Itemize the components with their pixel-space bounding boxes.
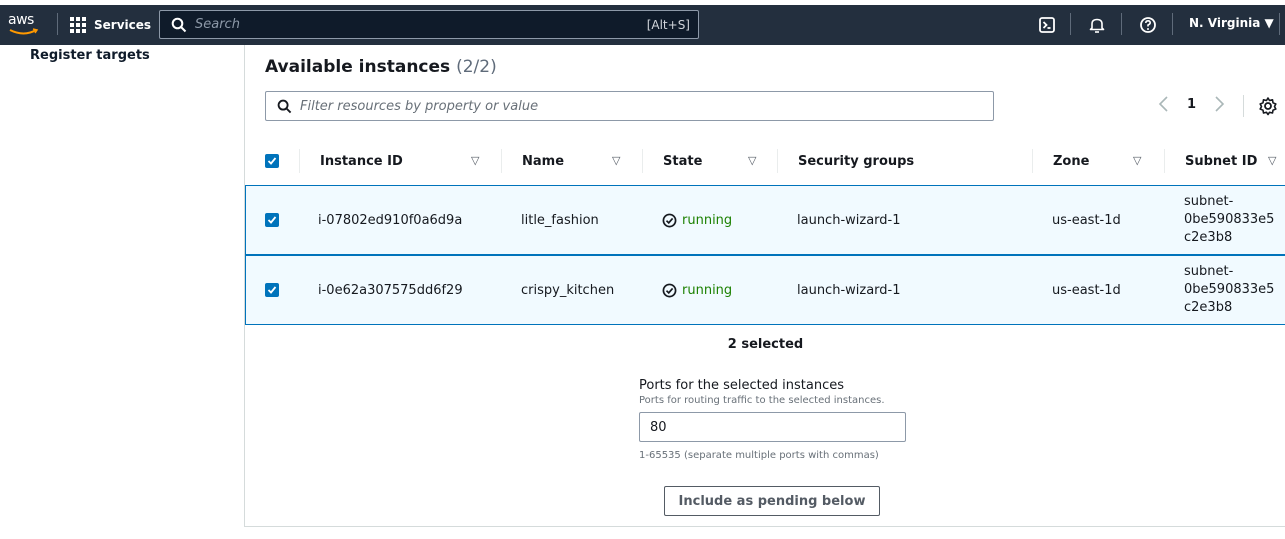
global-search-input[interactable]: Search [Alt+S] xyxy=(159,10,699,39)
notifications-bell-icon[interactable] xyxy=(1086,14,1108,36)
table-row[interactable]: i-0e62a307575dd6f29 crispy_kitchen runni… xyxy=(245,255,1285,325)
column-divider xyxy=(777,149,778,173)
nav-divider xyxy=(57,13,58,35)
search-icon xyxy=(277,99,292,113)
column-divider xyxy=(642,149,643,173)
region-selector[interactable]: N. Virginia ▼ xyxy=(1189,16,1274,30)
state-label: running xyxy=(682,282,733,298)
available-instances-panel: Available instances (2/2) Filter resourc… xyxy=(244,45,1285,527)
table-preferences-gear-icon[interactable] xyxy=(1258,96,1278,120)
subnet-line: c2e3b8 xyxy=(1184,300,1233,315)
current-page-number[interactable]: 1 xyxy=(1187,97,1196,112)
register-targets-heading: Register targets xyxy=(30,48,150,63)
pagination: 1 xyxy=(1157,95,1226,113)
aws-smile-icon xyxy=(9,28,39,35)
ports-form: Ports for the selected instances Ports f… xyxy=(639,378,909,461)
subnet-line: 0be590833e5 xyxy=(1184,282,1275,297)
state-label: running xyxy=(682,212,733,228)
sort-icon[interactable]: ▽ xyxy=(748,154,756,167)
state-cell: running xyxy=(662,186,732,254)
subnet-line: subnet- xyxy=(1184,194,1234,209)
nav-divider xyxy=(1070,13,1071,35)
checkbox-checked-icon xyxy=(265,213,279,227)
table-row[interactable]: i-07802ed910f0a6d9a litle_fashion runnin… xyxy=(245,185,1285,255)
panel-title-count: (2/2) xyxy=(456,57,497,77)
column-header-security-groups[interactable]: Security groups xyxy=(798,136,914,186)
nav-divider xyxy=(1121,13,1122,35)
sort-icon[interactable]: ▽ xyxy=(1268,154,1276,167)
include-as-pending-button[interactable]: Include as pending below xyxy=(664,486,880,516)
search-shortcut-hint: [Alt+S] xyxy=(646,17,690,32)
instances-table-header: Instance ID ▽ Name ▽ State ▽ Security gr… xyxy=(245,136,1285,186)
status-running-icon xyxy=(662,213,677,227)
filter-input[interactable]: Filter resources by property or value xyxy=(265,91,994,121)
name-cell: crispy_kitchen xyxy=(521,282,615,298)
column-header-state[interactable]: State xyxy=(663,136,702,186)
search-icon xyxy=(171,17,187,32)
subnet-line: 0be590833e5 xyxy=(1184,212,1275,227)
subnet-line: c2e3b8 xyxy=(1184,230,1233,245)
subnet-cell: subnet- 0be590833e5 c2e3b8 xyxy=(1184,186,1274,254)
column-divider xyxy=(1032,149,1033,173)
ports-constraint-hint: 1-65535 (separate multiple ports with co… xyxy=(639,450,879,461)
column-header-name[interactable]: Name xyxy=(522,136,564,186)
services-label: Services xyxy=(94,18,152,32)
aws-logo[interactable]: aws xyxy=(8,11,42,39)
subnet-line: subnet- xyxy=(1184,264,1234,279)
subnet-cell: subnet- 0be590833e5 c2e3b8 xyxy=(1184,256,1274,324)
aws-logo-text: aws xyxy=(8,12,34,28)
zone-cell: us-east-1d xyxy=(1052,212,1121,228)
panel-title-text: Available instances xyxy=(265,57,451,77)
pager-divider xyxy=(1243,95,1244,117)
ports-description: Ports for routing traffic to the selecte… xyxy=(639,395,885,406)
row-checkbox[interactable] xyxy=(265,256,279,324)
ports-label: Ports for the selected instances xyxy=(639,378,845,393)
instance-id-cell: i-07802ed910f0a6d9a xyxy=(318,212,463,228)
help-icon[interactable] xyxy=(1137,14,1159,36)
filter-placeholder: Filter resources by property or value xyxy=(300,98,539,114)
ports-input[interactable]: 80 xyxy=(639,412,906,442)
status-running-icon xyxy=(662,283,677,297)
next-page-icon[interactable] xyxy=(1214,95,1226,113)
security-group-cell: launch-wizard-1 xyxy=(797,282,901,298)
sort-icon[interactable]: ▽ xyxy=(1133,154,1141,167)
checkbox-checked-icon xyxy=(265,154,279,168)
search-placeholder: Search xyxy=(195,17,240,32)
zone-cell: us-east-1d xyxy=(1052,282,1121,298)
name-cell: litle_fashion xyxy=(521,212,599,228)
column-divider xyxy=(501,149,502,173)
instance-id-cell: i-0e62a307575dd6f29 xyxy=(318,282,463,298)
select-all-checkbox[interactable] xyxy=(265,136,279,186)
services-grid-icon xyxy=(70,17,86,33)
services-menu-button[interactable]: Services xyxy=(70,13,151,37)
top-navigation-bar: aws Services Search [Alt+S] N. Virginia … xyxy=(0,5,1285,45)
column-divider xyxy=(299,149,300,173)
state-cell: running xyxy=(662,256,732,324)
panel-title: Available instances (2/2) xyxy=(265,57,497,77)
column-header-subnet-id[interactable]: Subnet ID xyxy=(1185,136,1257,186)
column-divider xyxy=(1164,149,1165,173)
row-checkbox[interactable] xyxy=(265,186,279,254)
checkbox-checked-icon xyxy=(265,283,279,297)
column-header-zone[interactable]: Zone xyxy=(1053,136,1089,186)
cloudshell-icon[interactable] xyxy=(1036,14,1058,36)
column-header-instance-id[interactable]: Instance ID xyxy=(320,136,403,186)
nav-divider xyxy=(1279,13,1280,35)
sort-icon[interactable]: ▽ xyxy=(471,154,479,167)
previous-page-icon[interactable] xyxy=(1157,95,1169,113)
sort-icon[interactable]: ▽ xyxy=(612,154,620,167)
nav-divider xyxy=(1172,13,1173,35)
security-group-cell: launch-wizard-1 xyxy=(797,212,901,228)
selected-count: 2 selected xyxy=(727,337,804,352)
